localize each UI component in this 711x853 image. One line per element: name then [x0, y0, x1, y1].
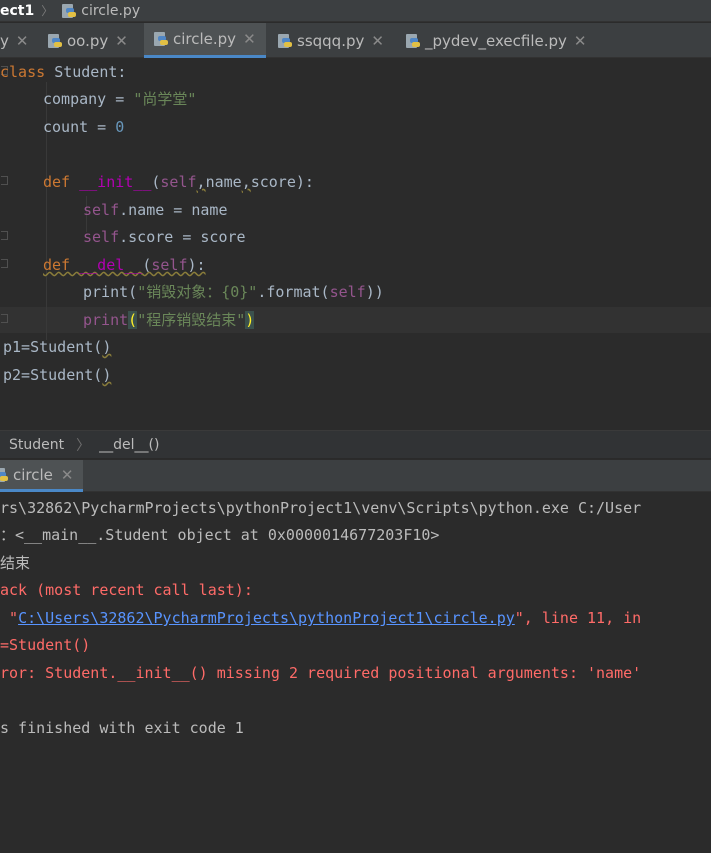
- close-icon[interactable]: ✕: [574, 32, 587, 50]
- navigation-bar: ect1 〉 circle.py: [0, 0, 711, 22]
- fold-marker-icon[interactable]: [1, 314, 8, 323]
- tab-label: _pydev_execfile.py: [425, 31, 567, 50]
- code-line: self.name = name: [83, 201, 228, 219]
- code-line: p1=Student(): [3, 338, 112, 356]
- python-file-icon: [60, 3, 77, 19]
- run-console[interactable]: rs\32862\PycharmProjects\pythonProject1\…: [0, 493, 711, 853]
- close-icon[interactable]: ✕: [371, 32, 384, 50]
- tab-label: oo.py: [67, 31, 109, 50]
- breadcrumb-file-label: circle.py: [81, 2, 141, 19]
- structure-breadcrumb: Student 〉 __del__(): [0, 430, 711, 459]
- code-line: class Student:: [0, 63, 127, 81]
- breadcrumb-file[interactable]: circle.py: [60, 3, 140, 19]
- tab-label: ssqqq.py: [297, 31, 365, 50]
- fold-marker-icon[interactable]: [1, 176, 8, 185]
- code-line: company = "尚学堂": [43, 90, 197, 108]
- tab-ssqqq-py[interactable]: ssqqq.py ✕: [268, 23, 384, 58]
- code-line: count = 0: [43, 118, 125, 136]
- tab-run-circle[interactable]: circle ✕: [0, 460, 84, 492]
- code-line: p2=Student(): [3, 366, 112, 384]
- python-file-icon: [152, 31, 168, 47]
- console-line: s finished with exit code 1: [0, 719, 244, 737]
- console-error-line: ack (most recent call last):: [0, 581, 253, 599]
- breadcrumb-method[interactable]: __del__(): [99, 437, 159, 453]
- fold-marker-icon[interactable]: [1, 259, 8, 268]
- fold-marker-icon[interactable]: [1, 231, 8, 240]
- code-line: def __del__(self):: [43, 256, 206, 274]
- python-file-icon: [46, 33, 62, 49]
- tab-label: circle.py: [173, 30, 237, 48]
- code-line: print("销毁对象：{0}".format(self)): [83, 283, 384, 301]
- code-line: self.score = score: [83, 228, 246, 246]
- python-file-icon: [276, 33, 292, 49]
- tab-label: y: [0, 31, 9, 50]
- tab-circle-py[interactable]: circle.py ✕: [144, 23, 266, 58]
- python-file-icon: [404, 33, 420, 49]
- python-file-icon: [0, 467, 8, 483]
- code-line: print("程序销毁结束"): [83, 311, 255, 329]
- close-icon[interactable]: ✕: [243, 30, 256, 48]
- tab-partial[interactable]: y ✕: [0, 23, 28, 58]
- editor-tab-bar: y ✕ oo.py ✕ circle.py ✕ ssqqq.py ✕ _pyde…: [0, 23, 711, 58]
- breadcrumb-separator-icon: 〉: [41, 4, 54, 18]
- breadcrumb-project[interactable]: ect1: [0, 3, 34, 19]
- run-tab-bar: circle ✕: [0, 460, 711, 492]
- console-error-line: ror: Student.__init__() missing 2 requir…: [0, 664, 642, 682]
- console-error-line: "C:\Users\32862\PycharmProjects\pythonPr…: [0, 609, 642, 627]
- console-line: rs\32862\PycharmProjects\pythonProject1\…: [0, 499, 642, 517]
- close-icon[interactable]: ✕: [16, 32, 29, 50]
- code-editor[interactable]: class Student: company = "尚学堂" count = 0…: [0, 58, 711, 430]
- breadcrumb-separator-icon: 〉: [76, 437, 91, 454]
- code-line: def __init__(self,name,score):: [43, 173, 314, 191]
- console-error-line: =Student(): [0, 636, 91, 654]
- close-icon[interactable]: ✕: [115, 32, 128, 50]
- console-line: 结束: [0, 554, 31, 572]
- traceback-file-link[interactable]: C:\Users\32862\PycharmProjects\pythonPro…: [18, 609, 515, 627]
- breadcrumb-class[interactable]: Student: [9, 437, 64, 453]
- tab-oo-py[interactable]: oo.py ✕: [38, 23, 128, 58]
- run-tab-label: circle: [13, 465, 53, 484]
- close-icon[interactable]: ✕: [61, 466, 74, 484]
- tab-pydev-execfile-py[interactable]: _pydev_execfile.py ✕: [396, 23, 586, 58]
- console-line: ：<__main__.Student object at 0x000001467…: [0, 526, 440, 544]
